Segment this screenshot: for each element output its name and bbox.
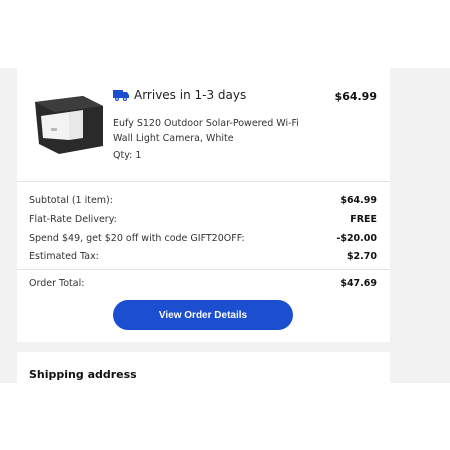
page-background-left	[0, 68, 17, 383]
summary-label: Subtotal (1 item):	[29, 195, 113, 206]
arrives-text: Arrives in 1-3 days	[134, 88, 247, 102]
shipping-address-title: Shipping address	[29, 368, 137, 381]
divider	[17, 181, 390, 182]
order-total-value: $47.69	[340, 278, 377, 289]
summary-row-discount: Spend $49, get $20 off with code GIFT20O…	[29, 233, 377, 244]
summary-label: Flat-Rate Delivery:	[29, 214, 117, 225]
summary-label: Estimated Tax:	[29, 251, 99, 262]
order-total-label: Order Total:	[29, 278, 85, 289]
top-whitespace	[0, 0, 450, 68]
product-image[interactable]	[29, 88, 107, 160]
summary-value: -$20.00	[336, 233, 377, 244]
summary-row-subtotal: Subtotal (1 item): $64.99	[29, 195, 377, 206]
summary-value: $64.99	[340, 195, 377, 206]
summary-row-tax: Estimated Tax: $2.70	[29, 251, 377, 262]
truck-icon	[113, 90, 129, 101]
item-price: $64.99	[334, 90, 377, 103]
quantity-label: Qty: 1	[113, 150, 142, 161]
delivery-estimate: Arrives in 1-3 days	[113, 88, 246, 102]
divider	[17, 269, 390, 270]
summary-row-total: Order Total: $47.69	[29, 278, 377, 289]
bottom-whitespace	[0, 383, 450, 450]
product-name[interactable]: Eufy S120 Outdoor Solar-Powered Wi-Fi Wa…	[113, 116, 313, 146]
shipping-card: Shipping address	[17, 352, 390, 383]
summary-row-delivery: Flat-Rate Delivery: FREE	[29, 214, 377, 225]
order-card: Arrives in 1-3 days $64.99 Eufy S120 Out…	[17, 68, 390, 342]
summary-label: Spend $49, get $20 off with code GIFT20O…	[29, 233, 245, 244]
page-background-right	[390, 68, 450, 383]
summary-value: $2.70	[346, 251, 377, 262]
view-order-details-button[interactable]: View Order Details	[113, 300, 293, 330]
summary-value: FREE	[350, 214, 377, 225]
section-gap	[17, 342, 390, 352]
